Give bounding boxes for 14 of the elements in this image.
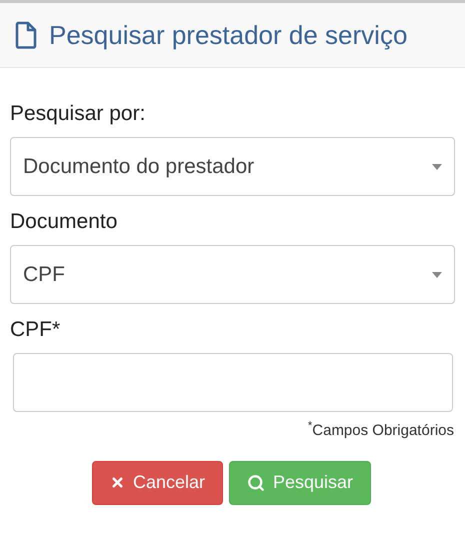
search-icon — [247, 474, 265, 492]
field-label: CPF* — [10, 317, 62, 343]
caret-icon — [432, 164, 442, 170]
close-icon — [110, 475, 125, 490]
cancel-button[interactable]: Cancelar — [92, 460, 223, 504]
select-field[interactable]: Documento do prestador — [10, 137, 455, 196]
input-field[interactable] — [13, 353, 453, 412]
field-label: Pesquisar por: — [10, 101, 146, 127]
required-note: $^{*}$Campos Obrigatórios — [308, 420, 454, 441]
field-label: Documento — [10, 209, 118, 235]
document-icon — [15, 21, 37, 49]
page-title: Pesquisar prestador de serviço — [49, 18, 408, 52]
select-field[interactable]: CPF — [10, 245, 455, 304]
caret-icon — [432, 272, 442, 278]
